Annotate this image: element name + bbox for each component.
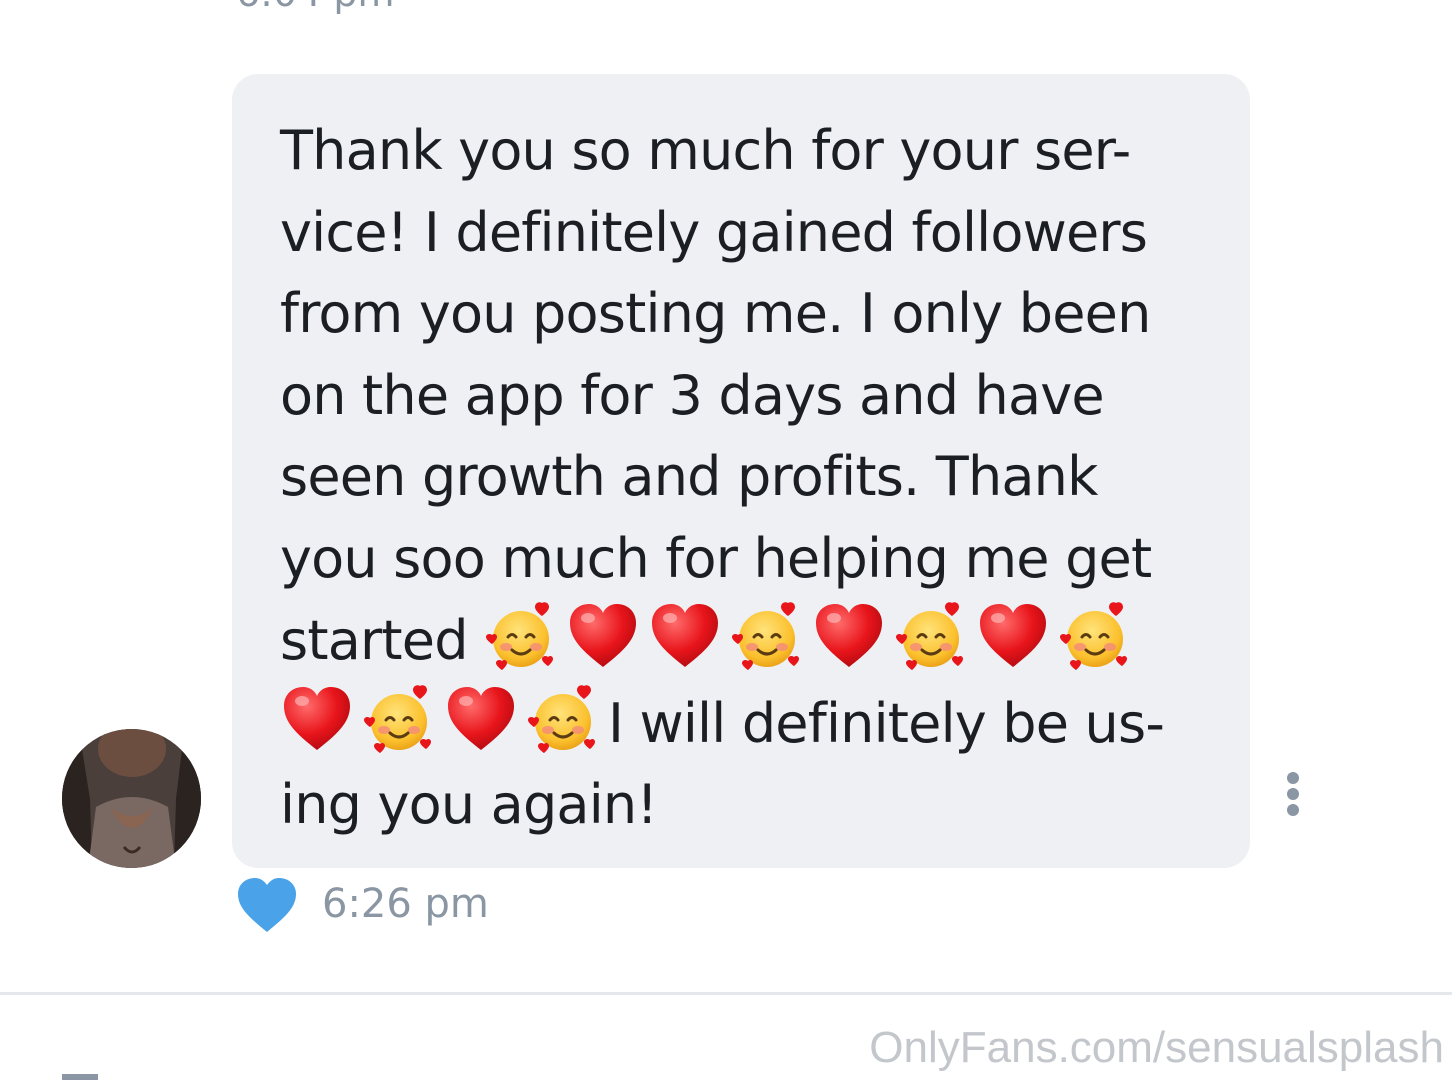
avatar-photo — [62, 729, 201, 868]
red-heart-emoji-icon — [280, 682, 354, 756]
previous-message-timestamp: 6:04 pm — [236, 0, 395, 12]
message-line: you soo much for helping me get — [280, 526, 1152, 590]
red-heart-emoji-icon — [648, 599, 722, 673]
red-heart-emoji-icon — [812, 599, 886, 673]
divider — [0, 992, 1452, 995]
smiling-face-with-hearts-emoji-icon — [526, 682, 600, 756]
heart-icon[interactable] — [236, 876, 298, 934]
emoji-group — [484, 602, 1140, 672]
message-line: from you posting me. I only been — [280, 282, 1151, 345]
smiling-face-with-hearts-emoji-icon — [730, 599, 804, 673]
message-line: Thank you so much for your ser- — [280, 119, 1131, 182]
message-line: ing you again! — [280, 773, 658, 836]
message-line: on the app for 3 days and have — [280, 363, 1105, 427]
smiling-face-with-hearts-emoji-icon — [484, 599, 558, 673]
message-timestamp: 6:26 pm — [322, 881, 489, 927]
message-bubble[interactable]: Thank you so much for your ser- vice! I … — [232, 74, 1250, 868]
watermark: OnlyFans.com/sensualsplash — [869, 1023, 1444, 1072]
message-line: seen growth and profits. Thank — [280, 445, 1098, 508]
emoji-group — [280, 684, 608, 755]
red-heart-emoji-icon — [444, 682, 518, 756]
avatar[interactable] — [62, 729, 201, 868]
message-line-text: started — [280, 609, 468, 672]
more-options-icon[interactable] — [1280, 770, 1306, 818]
message-line-emoji-row-1: started — [280, 599, 1210, 682]
input-bar-edge — [62, 1074, 98, 1080]
message-text: Thank you so much for your ser- vice! I … — [280, 110, 1210, 846]
message-line-emoji-row-2: I will definitely be us- — [280, 682, 1210, 765]
smiling-face-with-hearts-emoji-icon — [1058, 599, 1132, 673]
smiling-face-with-hearts-emoji-icon — [362, 682, 436, 756]
smiling-face-with-hearts-emoji-icon — [894, 599, 968, 673]
chat-screen: 6:04 pm Thank you so much for your ser- … — [0, 0, 1452, 1080]
message-line-text: I will definitely be us- — [608, 691, 1165, 755]
message-line: vice! I definitely gained followers — [280, 200, 1148, 264]
red-heart-emoji-icon — [976, 599, 1050, 673]
red-heart-emoji-icon — [566, 599, 640, 673]
